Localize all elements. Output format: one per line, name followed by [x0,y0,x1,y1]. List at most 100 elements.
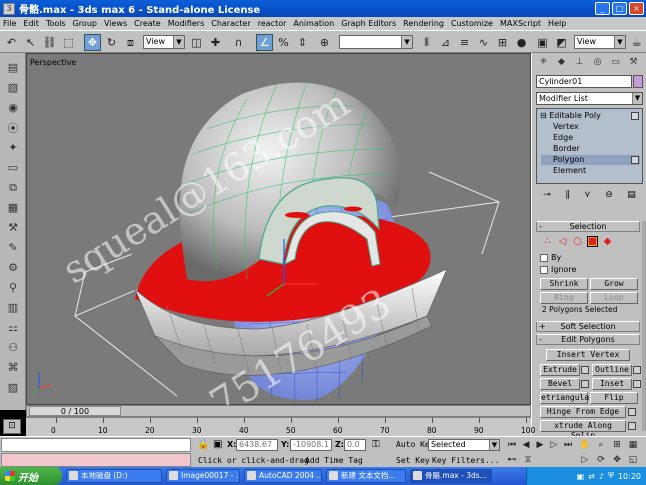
material-editor-icon[interactable]: ● [513,34,530,51]
by-vertex-checkbox[interactable]: By [540,253,561,262]
menu-character[interactable]: Character [211,19,251,28]
maxscript-listener-output[interactable] [1,453,191,467]
motion-tab-icon[interactable]: ◎ [590,55,605,69]
stack-toggle-box[interactable] [631,112,639,120]
bevel-button[interactable]: Bevel [540,378,580,390]
clock[interactable]: 10:20 [618,472,641,481]
extrude-button[interactable]: Extrude [540,364,580,376]
align-icon[interactable]: ⊿ [437,34,454,51]
maximize-button[interactable]: □ [612,2,627,15]
previous-frame-icon[interactable]: ◀ [519,438,533,451]
link-icon[interactable]: ⛓ [41,34,58,51]
element-level-icon[interactable]: ◆ [602,236,613,247]
menu-animation[interactable]: Animation [293,19,334,28]
angle-snap-icon[interactable]: ∠ [256,34,273,51]
extrude-settings-button[interactable] [581,366,589,374]
ime-icon[interactable]: ▣ [577,472,585,481]
taskbar-item-local-disk[interactable]: 本地磁盘 (D:) [66,469,162,483]
absolute-mode-icon[interactable]: ▣ [213,439,222,450]
flip-button[interactable]: Flip [590,392,638,404]
next-frame-icon[interactable]: ▷ [547,438,561,451]
menu-customize[interactable]: Customize [451,19,493,28]
ring-button[interactable]: Ring [540,292,588,304]
key-mode-icon[interactable]: ⊡ [3,419,21,434]
volume-icon[interactable]: ♪ [599,472,604,481]
bevel-settings-button[interactable] [581,380,589,388]
hinge-from-edge-button[interactable]: Hinge From Edge [540,406,626,418]
named-selection-icon[interactable]: ⊕ [316,34,333,51]
object-name-field[interactable]: Cylinder01 [536,75,632,88]
percent-snap-icon[interactable]: % [275,34,292,51]
remove-modifier-icon[interactable]: ⊖ [605,190,613,204]
viewport-label[interactable]: Perspective [30,58,76,67]
stack-toggle-box[interactable] [631,156,639,164]
named-selection-set-dropdown[interactable]: ▼ [339,35,413,49]
menu-views[interactable]: Views [104,19,127,28]
selection-rollout-header[interactable]: - Selection [536,221,640,232]
ignore-backfacing-checkbox[interactable]: Ignore [540,265,576,274]
border-level-icon[interactable]: ○ [572,236,583,247]
time-slider[interactable]: 0 / 100 [29,406,121,416]
zoom-icon[interactable]: ⌕ [594,438,608,451]
outline-button[interactable]: Outline [592,364,632,376]
spinner-snap-icon[interactable]: ⇕ [294,34,311,51]
reactor-fracture-icon[interactable]: ⚲ [4,279,22,296]
reactor-cloth-icon[interactable]: ▧ [4,79,22,96]
y-coordinate-field[interactable]: -10908.1 [290,439,332,451]
track-bar[interactable]: 0 10 20 30 40 50 60 70 80 90 100 [26,417,535,436]
reactor-spring-icon[interactable]: ⧉ [4,179,22,196]
stack-item-polygon[interactable]: Polygon [541,155,640,165]
taskbar-item-autocad[interactable]: AutoCAD 2004 ... [244,469,322,483]
go-to-end-icon[interactable]: ⏭ [561,438,575,451]
menu-create[interactable]: Create [134,19,161,28]
edit-polygons-rollout-header[interactable]: - Edit Polygons [536,334,640,345]
vertex-level-icon[interactable]: ∴ [542,236,553,247]
play-icon[interactable]: ▶ [533,438,547,451]
undo-icon[interactable]: ↶ [3,34,20,51]
reactor-plane-icon[interactable]: ▭ [4,159,22,176]
hierarchy-tab-icon[interactable]: ⊥ [572,55,587,69]
reactor-wind-icon[interactable]: ✎ [4,239,22,256]
reactor-rope-icon[interactable]: ⦿ [4,119,22,136]
minimize-button[interactable]: _ [595,2,610,15]
time-slider-track[interactable]: 0 / 100 [26,405,531,417]
loop-button[interactable]: Loop [590,292,638,304]
insert-vertex-button[interactable]: Insert Vertex [546,349,630,361]
mirror-icon[interactable]: ⫴ [418,34,435,51]
x-coordinate-field[interactable]: 6438.67 [236,439,278,451]
inset-settings-button[interactable] [633,380,641,388]
stack-root-editable-poly[interactable]: ⊟ Editable Poly [540,111,601,121]
pan-icon[interactable]: ✋ [578,438,592,451]
make-unique-icon[interactable]: ⋎ [584,190,591,204]
inset-button[interactable]: Inset [592,378,632,390]
selection-set-dropdown[interactable]: Selected ▼ [428,439,500,451]
set-key-button[interactable]: Set Key [396,456,430,465]
create-tab-icon[interactable]: ✳ [536,55,551,69]
reference-coordinate-dropdown[interactable]: View ▼ [143,35,185,49]
menu-group[interactable]: Group [73,19,97,28]
menu-rendering[interactable]: Rendering [403,19,444,28]
taskbar-item-3dsmax[interactable]: 骨骼.max - 3ds... [410,469,492,483]
taskbar-item-notepad[interactable]: 新建 文本文档... [326,469,406,483]
key-filters-button[interactable]: Key Filters... [432,456,499,465]
go-to-start-icon[interactable]: ⏮ [505,438,519,451]
render-last-icon[interactable]: ☕ [628,34,645,51]
select-manipulate-icon[interactable]: ✚ [207,34,224,51]
security-icon[interactable]: ⛨ [608,471,614,481]
reactor-softbody-icon[interactable]: ◉ [4,99,22,116]
object-color-swatch[interactable] [633,75,643,88]
soft-selection-rollout-header[interactable]: + Soft Selection [536,321,640,332]
modifier-list-dropdown[interactable]: Modifier List ▼ [536,92,643,105]
reactor-toy-car-icon[interactable]: ⚙ [4,259,22,276]
pivot-center-icon[interactable]: ◫ [188,34,205,51]
taskbar-item-image-viewer[interactable]: Image00017 - ... [166,469,240,483]
render-scene-icon[interactable]: ▣ [534,34,551,51]
outline-settings-button[interactable] [633,366,641,374]
walk-through-icon[interactable]: ✥ [610,453,624,466]
configure-sets-icon[interactable]: ▤ [627,190,636,204]
menu-maxscript[interactable]: MAXScript [500,19,541,28]
menu-reactor[interactable]: reactor [258,19,287,28]
schematic-view-icon[interactable]: ⊞ [494,34,511,51]
menu-tools[interactable]: Tools [46,19,66,28]
field-of-view-icon[interactable]: ▷ [578,453,592,466]
